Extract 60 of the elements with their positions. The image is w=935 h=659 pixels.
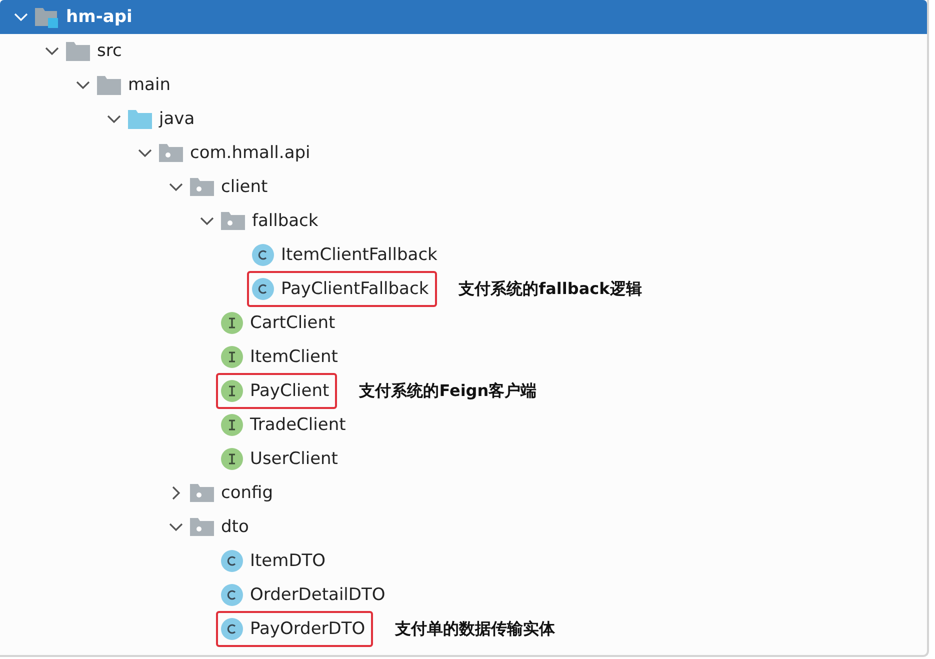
annotation-text: 支付系统的Feign客户端 (359, 380, 537, 402)
class-icon (252, 244, 274, 266)
item-label: PayClient (250, 381, 330, 401)
package-folder-icon (221, 212, 245, 230)
tree-row[interactable]: ItemClientFallback (0, 238, 927, 272)
tree-row[interactable]: config (0, 476, 927, 510)
folder-icon (128, 109, 152, 129)
package-folder-icon (190, 484, 214, 502)
tree-row[interactable]: PayClientFallback 支付系统的fallback逻辑 (0, 272, 927, 306)
interface-icon (221, 312, 243, 334)
item-label: PayOrderDTO (250, 619, 366, 639)
tree-row[interactable]: client (0, 170, 927, 204)
item-label: src (97, 41, 122, 61)
class-icon (252, 278, 274, 300)
tree-row[interactable]: OrderDetailDTO (0, 578, 927, 612)
tree-row[interactable]: dto (0, 510, 927, 544)
item-label: CartClient (250, 313, 336, 333)
interface-icon (221, 380, 243, 402)
folder-icon (97, 75, 121, 95)
item-label: main (128, 75, 170, 95)
class-icon (221, 584, 243, 606)
interface-icon (221, 346, 243, 368)
tree-row[interactable]: hm-api (0, 0, 927, 34)
item-label: fallback (252, 211, 318, 231)
class-icon (221, 550, 243, 572)
item-label: ItemClientFallback (281, 245, 438, 265)
item-label: hm-api (66, 7, 132, 27)
tree-row[interactable]: src (0, 34, 927, 68)
tree-row[interactable]: ItemDTO (0, 544, 927, 578)
item-label: dto (221, 517, 249, 537)
tree-row[interactable]: com.hmall.api (0, 136, 927, 170)
package-folder-icon (190, 178, 214, 196)
item-label: java (159, 109, 195, 129)
tree-row[interactable]: java (0, 102, 927, 136)
module-folder-icon (35, 6, 59, 28)
item-label: TradeClient (250, 415, 346, 435)
tree-row[interactable]: CartClient (0, 306, 927, 340)
item-label: com.hmall.api (190, 143, 310, 163)
tree-row[interactable]: UserClient (0, 442, 927, 476)
tree-row[interactable]: PayOrderDTO 支付单的数据传输实体 (0, 612, 927, 646)
tree-row[interactable]: ItemClient (0, 340, 927, 374)
tree-row[interactable]: PayClient 支付系统的Feign客户端 (0, 374, 927, 408)
folder-icon (66, 41, 90, 61)
interface-icon (221, 448, 243, 470)
item-label: OrderDetailDTO (250, 585, 386, 605)
tree-row[interactable]: TradeClient (0, 408, 927, 442)
tree-row[interactable]: main (0, 68, 927, 102)
item-label: UserClient (250, 449, 338, 469)
interface-icon (221, 414, 243, 436)
tree-row[interactable]: fallback (0, 204, 927, 238)
package-folder-icon (190, 518, 214, 536)
item-label: ItemClient (250, 347, 338, 367)
class-icon (221, 618, 243, 640)
annotation-text: 支付系统的fallback逻辑 (458, 278, 642, 300)
package-folder-icon (159, 144, 183, 162)
item-label: PayClientFallback (281, 279, 429, 299)
annotation-text: 支付单的数据传输实体 (395, 618, 556, 640)
item-label: config (221, 483, 274, 503)
item-label: ItemDTO (250, 551, 326, 571)
item-label: client (221, 177, 268, 197)
